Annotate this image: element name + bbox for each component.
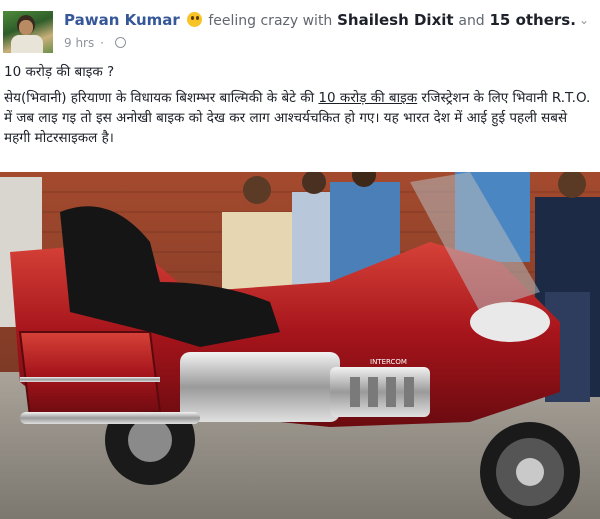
author-name-link[interactable]: Pawan Kumar [64, 11, 180, 29]
avatar[interactable] [3, 11, 53, 53]
timestamp-link[interactable]: 9 hrs [64, 36, 94, 50]
crazy-face-emoji-icon [186, 12, 202, 27]
feeling-text: feeling crazy with [208, 13, 333, 29]
chevron-down-icon[interactable]: ⌄ [578, 14, 590, 26]
body-highlight: 10 करोड़ की बाइक [318, 90, 418, 106]
motorcycle-photo: INTERCOM [0, 172, 600, 519]
globe-icon[interactable] [114, 37, 126, 48]
post-paragraph: सेय(भिवानी) हरियाणा के विधायक बिशम्भर बा… [4, 88, 594, 148]
and-text: and [458, 13, 485, 29]
others-link[interactable]: 15 others. [489, 11, 575, 29]
post-header: Pawan Kumar feeling crazy with Shailesh … [0, 0, 600, 60]
tagged-person-link[interactable]: Shailesh Dixit [337, 11, 453, 29]
author-line: Pawan Kumar feeling crazy with Shailesh … [64, 11, 576, 29]
body-prefix: सेय(भिवानी) हरियाणा के विधायक बिशम्भर बा… [4, 90, 319, 106]
post-meta: 9 hrs · [64, 36, 126, 50]
post-title-line: 10 करोड़ की बाइक ? [4, 64, 115, 80]
post-photo[interactable]: INTERCOM [0, 172, 600, 519]
fairing-badge-text: INTERCOM [370, 358, 407, 366]
post-body: 10 करोड़ की बाइक ? सेय(भिवानी) हरियाणा क… [4, 62, 594, 154]
